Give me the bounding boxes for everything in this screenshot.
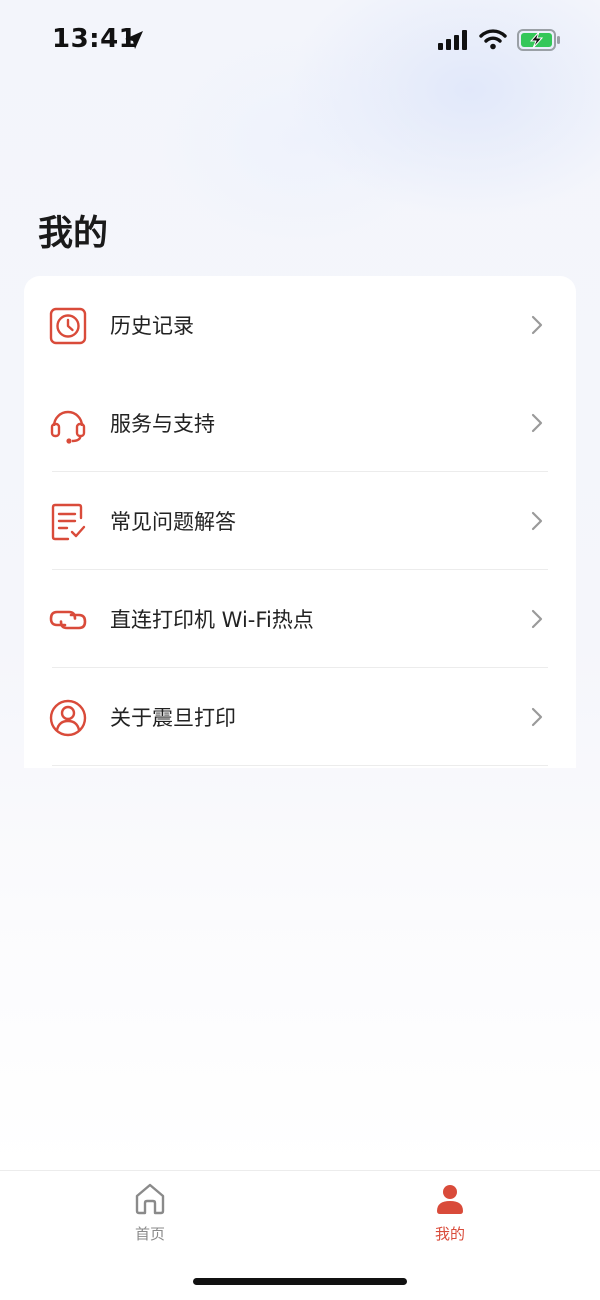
menu-item-faq[interactable]: 常见问题解答 <box>24 472 576 570</box>
chevron-right-icon <box>531 413 543 433</box>
menu-item-label: 历史记录 <box>110 314 194 338</box>
battery-charging-icon <box>517 29 560 51</box>
page-title: 我的 <box>38 214 109 254</box>
history-clock-icon <box>49 307 87 345</box>
menu-item-label: 常见问题解答 <box>110 510 236 534</box>
tab-label: 我的 <box>434 1225 465 1243</box>
faq-checklist-icon <box>51 503 86 541</box>
location-arrow-icon <box>125 31 143 49</box>
menu-item-about[interactable]: 关于震旦打印 <box>24 668 576 766</box>
headset-icon <box>50 410 86 444</box>
home-icon <box>135 1183 165 1215</box>
chevron-right-icon <box>531 315 543 335</box>
user-circle-icon <box>49 699 87 737</box>
tab-label: 首页 <box>134 1225 165 1243</box>
menu-item-wifi-direct[interactable]: 直连打印机 Wi-Fi热点 <box>24 570 576 668</box>
tab-home[interactable]: 首页 <box>90 1181 210 1261</box>
divider <box>52 765 548 766</box>
person-icon <box>437 1185 463 1214</box>
menu-item-label: 直连打印机 Wi-Fi热点 <box>110 608 314 632</box>
home-indicator <box>193 1278 407 1285</box>
menu-item-service-support[interactable]: 服务与支持 <box>24 374 576 472</box>
menu-item-label: 关于震旦打印 <box>110 706 236 730</box>
link-icon <box>49 610 87 630</box>
cellular-signal-icon <box>438 30 467 50</box>
wifi-icon <box>479 29 507 50</box>
chevron-right-icon <box>531 707 543 727</box>
tab-mine[interactable]: 我的 <box>390 1181 510 1261</box>
chevron-right-icon <box>531 511 543 531</box>
menu-item-label: 服务与支持 <box>110 412 215 436</box>
chevron-right-icon <box>531 609 543 629</box>
menu-item-history[interactable]: 历史记录 <box>24 276 576 374</box>
menu-card: 历史记录 服务与支持 常见问题解答 直连打印机 Wi-Fi热点 关于震旦打印 <box>24 276 576 768</box>
status-bar: 13:41 <box>0 0 600 80</box>
